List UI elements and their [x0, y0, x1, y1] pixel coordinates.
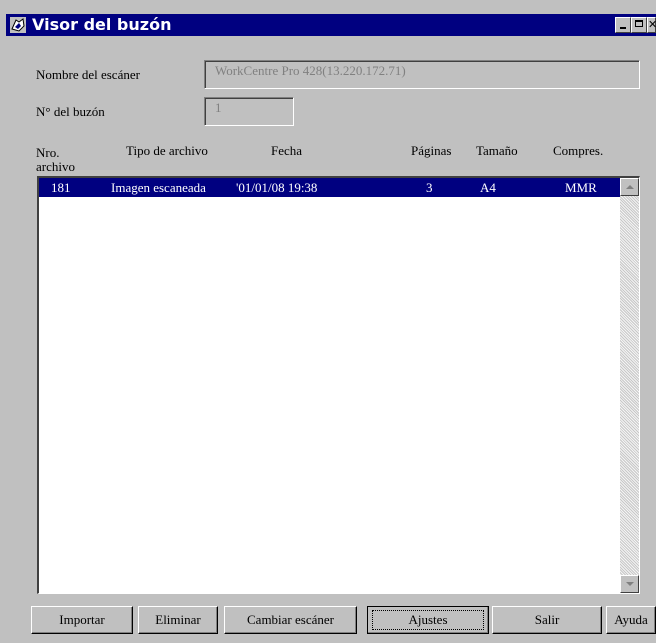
- cell-file-type: Imagen escaneada: [111, 180, 206, 195]
- column-header-compression[interactable]: Compres.: [553, 144, 603, 158]
- import-button[interactable]: Importar: [31, 606, 133, 634]
- help-button[interactable]: Ayuda: [606, 606, 656, 634]
- column-header-file-type[interactable]: Tipo de archivo: [126, 144, 208, 158]
- title-bar[interactable]: Visor del buzón ✕: [6, 14, 656, 36]
- cell-date: '01/01/08 19:38: [236, 180, 318, 195]
- column-header-file-no[interactable]: Nro. archivo: [36, 146, 75, 174]
- close-button[interactable]: ✕: [647, 17, 656, 33]
- cell-file-no: 181: [51, 180, 71, 195]
- vertical-scrollbar[interactable]: [620, 178, 639, 593]
- scanner-name-field: WorkCentre Pro 428(13.220.172.71): [204, 60, 640, 89]
- cell-pages: 3: [426, 180, 433, 195]
- scanner-app-icon: [10, 17, 26, 33]
- minimize-icon: [620, 27, 626, 29]
- scanner-name-label: Nombre del escáner: [36, 67, 140, 82]
- column-header-date[interactable]: Fecha: [271, 144, 302, 158]
- mailbox-viewer-window: Visor del buzón ✕ Nombre del escáner Wor…: [0, 0, 656, 643]
- scroll-down-button[interactable]: [620, 575, 639, 593]
- exit-button[interactable]: Salir: [492, 606, 602, 634]
- maximize-icon: [635, 20, 643, 27]
- cell-compression: MMR: [565, 180, 597, 195]
- minimize-button[interactable]: [615, 17, 631, 33]
- change-scanner-button[interactable]: Cambiar escáner: [224, 606, 357, 634]
- column-header-size[interactable]: Tamaño: [476, 144, 518, 158]
- window-title: Visor del buzón: [32, 15, 172, 34]
- cell-size: A4: [480, 180, 496, 195]
- column-header-pages[interactable]: Páginas: [411, 144, 451, 158]
- file-list[interactable]: 181 Imagen escaneada '01/01/08 19:38 3 A…: [37, 176, 640, 594]
- delete-button[interactable]: Eliminar: [138, 606, 218, 634]
- scroll-up-button[interactable]: [620, 178, 639, 196]
- mailbox-number-field: 1: [204, 97, 294, 126]
- scroll-up-icon: [626, 185, 634, 189]
- maximize-button[interactable]: [631, 17, 647, 33]
- settings-button[interactable]: Ajustes: [367, 606, 489, 634]
- scroll-down-icon: [626, 582, 634, 586]
- table-row[interactable]: 181 Imagen escaneada '01/01/08 19:38 3 A…: [39, 178, 620, 197]
- close-icon: ✕: [648, 18, 656, 31]
- mailbox-number-label: N° del buzón: [36, 104, 105, 119]
